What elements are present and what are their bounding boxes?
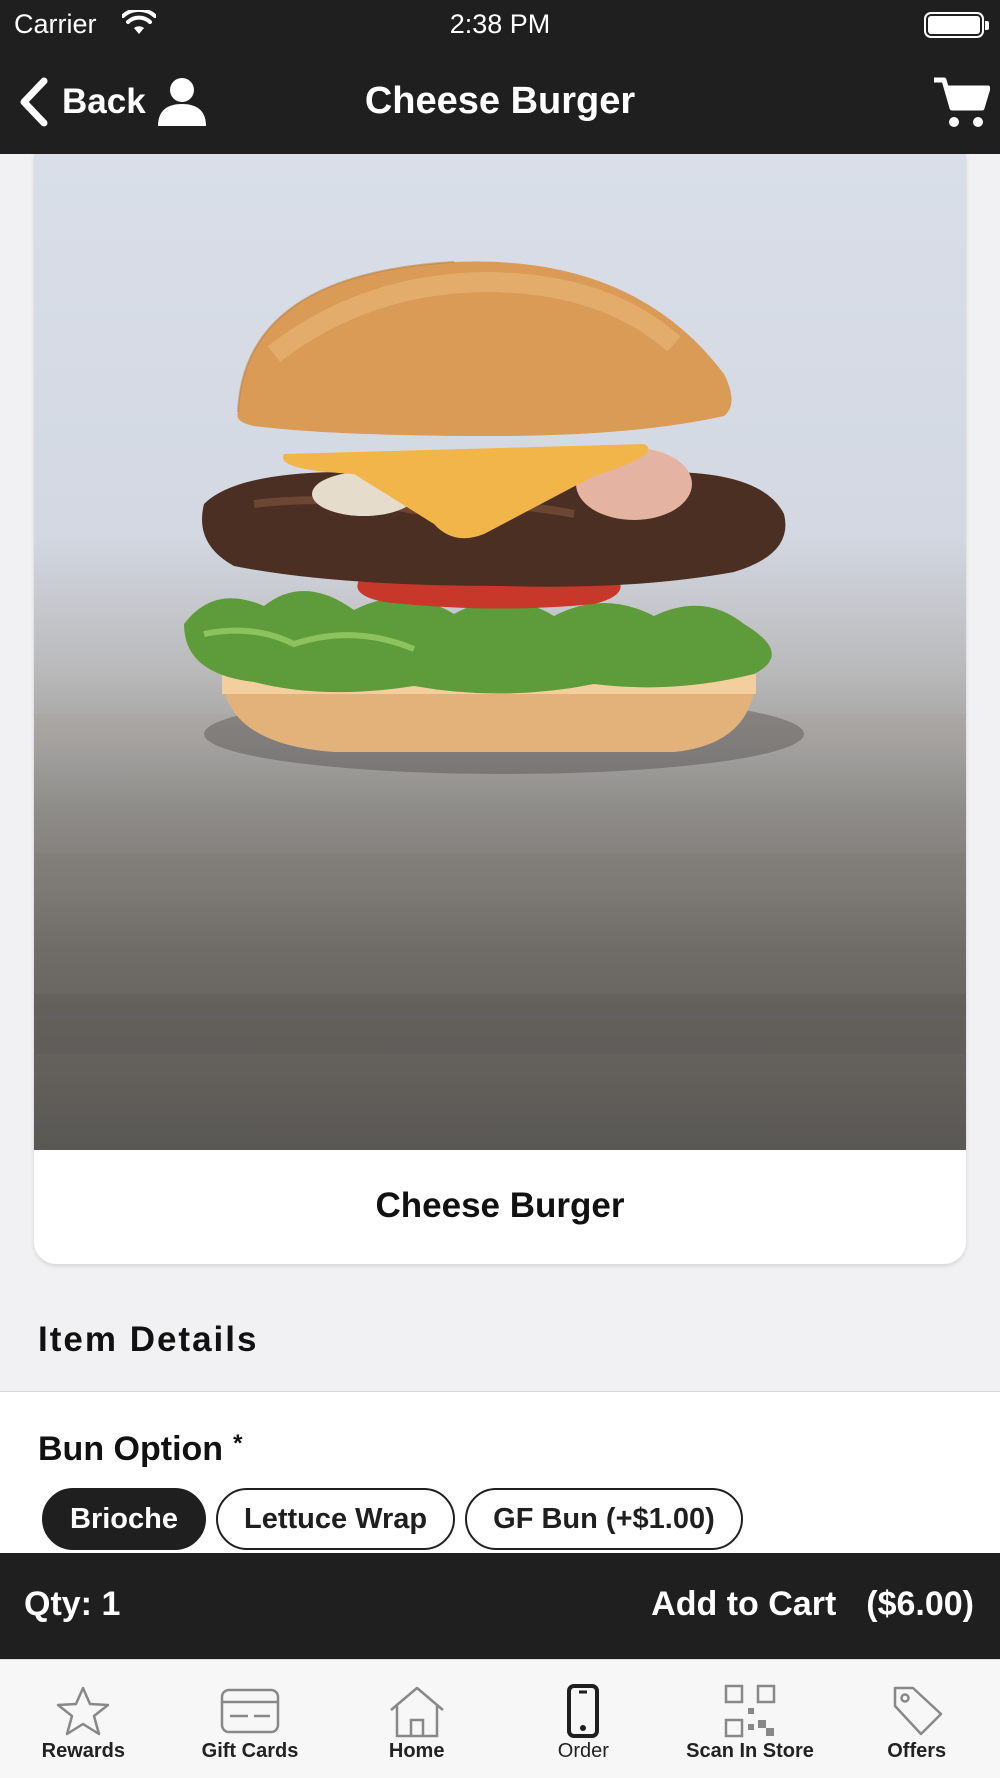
home-icon bbox=[389, 1686, 444, 1738]
tab-rewards[interactable]: Rewards bbox=[0, 1660, 167, 1778]
quantity-selector[interactable]: Qty: 1 bbox=[24, 1585, 120, 1624]
tab-label: Scan In Store bbox=[686, 1740, 814, 1762]
bun-option-label-text: Bun Option bbox=[38, 1430, 224, 1468]
tag-icon bbox=[893, 1686, 942, 1736]
chip-gf-bun[interactable]: GF Bun (+$1.00) bbox=[465, 1488, 743, 1550]
tab-bar: Rewards Gift Cards Home Order Scan In St… bbox=[0, 1659, 1000, 1778]
credit-card-icon bbox=[220, 1688, 280, 1734]
tab-label: Rewards bbox=[41, 1740, 126, 1762]
tab-label: Order bbox=[557, 1740, 609, 1762]
tab-home[interactable]: Home bbox=[333, 1660, 500, 1778]
tab-label: Gift Cards bbox=[201, 1740, 299, 1762]
cart-icon[interactable] bbox=[932, 74, 990, 130]
tab-label: Home bbox=[388, 1740, 445, 1762]
tab-offers[interactable]: Offers bbox=[833, 1660, 1000, 1778]
product-photo bbox=[34, 154, 966, 1150]
qr-code-icon bbox=[724, 1684, 776, 1738]
bun-option-group: Bun Option * Brioche Lettuce Wrap GF Bun … bbox=[0, 1391, 1000, 1553]
tab-order[interactable]: Order bbox=[500, 1660, 667, 1778]
add-to-cart-bar: Qty: 1 Add to Cart ($6.00) bbox=[0, 1553, 1000, 1659]
product-card: Cheese Burger bbox=[34, 154, 966, 1264]
bun-option-label: Bun Option * bbox=[38, 1430, 242, 1469]
nav-bar: Back Cheese Burger bbox=[0, 52, 1000, 154]
page-title: Cheese Burger bbox=[364, 80, 636, 122]
clock: 2:38 PM bbox=[449, 9, 551, 39]
tab-gift-cards[interactable]: Gift Cards bbox=[167, 1660, 334, 1778]
tab-label: Offers bbox=[887, 1740, 947, 1762]
star-icon bbox=[57, 1686, 110, 1736]
add-to-cart-button[interactable]: Add to Cart ($6.00) bbox=[651, 1585, 974, 1624]
add-to-cart-price: ($6.00) bbox=[866, 1585, 974, 1623]
tab-scan-in-store[interactable]: Scan In Store bbox=[667, 1660, 834, 1778]
chip-lettuce-wrap[interactable]: Lettuce Wrap bbox=[215, 1488, 456, 1550]
required-mark: * bbox=[233, 1430, 243, 1457]
section-title-item-details: Item Details bbox=[38, 1320, 259, 1359]
status-bar: Carrier 2:38 PM bbox=[0, 0, 1000, 52]
chip-brioche[interactable]: Brioche bbox=[42, 1488, 206, 1550]
product-name: Cheese Burger bbox=[375, 1186, 625, 1225]
bun-option-chips: Brioche Lettuce Wrap GF Bun (+$1.00) bbox=[42, 1488, 743, 1550]
battery-icon bbox=[924, 12, 989, 38]
add-to-cart-label: Add to Cart bbox=[651, 1585, 837, 1623]
burger-illustration bbox=[34, 261, 966, 1054]
phone-icon bbox=[567, 1684, 600, 1738]
